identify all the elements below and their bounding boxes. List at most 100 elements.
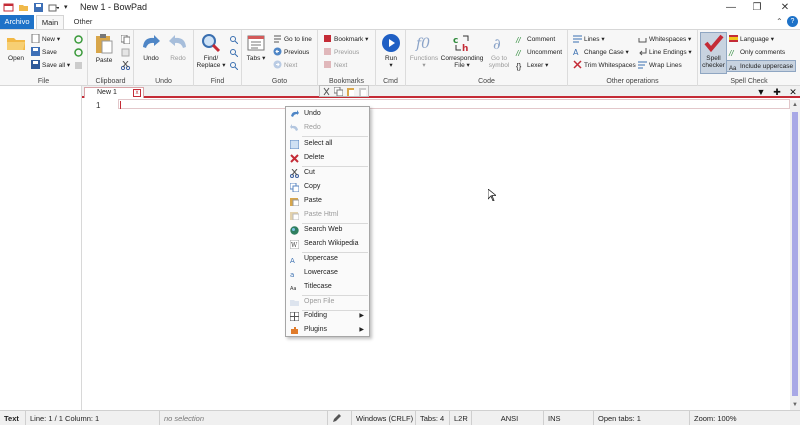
reload-all-icon[interactable]	[74, 48, 83, 57]
goto-symbol-button[interactable]: ∂ Go to symbol	[486, 33, 512, 69]
save-icon[interactable]	[33, 2, 44, 13]
tab-file[interactable]: Archivo	[0, 15, 34, 29]
find-replace-button[interactable]: Find/ Replace ▾	[196, 33, 226, 69]
close-button[interactable]: ✕	[772, 0, 798, 15]
reload-icon[interactable]	[74, 35, 83, 44]
go-to-line-button[interactable]: Go to line	[273, 34, 312, 46]
undo-button[interactable]: Undo	[138, 33, 164, 62]
run-button[interactable]: Run ▾	[379, 33, 403, 69]
menu-item-redo[interactable]: Redo	[287, 121, 369, 135]
mini-paste-html-icon[interactable]	[358, 87, 367, 96]
change-case-label: Change Case	[584, 49, 624, 56]
save-all-button[interactable]: Save all ▾	[31, 60, 70, 72]
status-direction[interactable]: L2R	[450, 411, 472, 425]
customize-quick-access-icon[interactable]: ▾	[64, 3, 68, 11]
comment-button[interactable]: // Comment	[516, 34, 555, 46]
menu-item-folding[interactable]: Folding ▶	[287, 309, 369, 323]
restore-button[interactable]: ❐	[744, 0, 770, 15]
tab-other[interactable]: Other	[68, 15, 98, 29]
wrap-lines-button[interactable]: Wrap Lines	[638, 60, 682, 72]
menu-item-select-all[interactable]: Select all	[287, 137, 369, 151]
menu-item-cut[interactable]: Cut	[287, 166, 369, 180]
open-folder-icon[interactable]	[18, 2, 29, 13]
scroll-up-arrow-icon[interactable]: ▲	[790, 100, 800, 110]
document-tab-bar: New 1 x ▼ ✚ ✕	[82, 86, 800, 98]
functions-button[interactable]: f0 Functions ▾	[409, 33, 439, 69]
lexer-button[interactable]: {} Lexer ▾	[516, 60, 548, 72]
change-case-button[interactable]: A Change Case ▾	[573, 47, 629, 59]
status-tabs[interactable]: Tabs: 4	[416, 411, 450, 425]
close-document-icon[interactable]: ✕	[786, 86, 800, 98]
quick-access-menu-icon[interactable]	[48, 2, 59, 13]
tabs-button[interactable]: Tabs ▾	[245, 33, 267, 62]
corresponding-file-button[interactable]: ch Corresponding File ▾	[440, 33, 484, 69]
tab-list-dropdown-icon[interactable]: ▼	[754, 86, 768, 98]
menu-item-copy[interactable]: Copy	[287, 180, 369, 194]
include-uppercase-button[interactable]: Aa Include uppercase	[726, 60, 797, 72]
editor-area[interactable]	[118, 100, 790, 410]
minimize-button[interactable]: —	[718, 0, 744, 15]
close-tab-icon[interactable]: x	[133, 89, 141, 97]
bookmark-next-button[interactable]: Next	[323, 60, 347, 72]
menu-item-undo[interactable]: Undo	[287, 107, 369, 121]
bookmark-previous-button[interactable]: Previous	[323, 47, 359, 59]
save-button[interactable]: Save	[31, 47, 57, 59]
group-cmd: Run ▾ Cmd	[376, 30, 406, 86]
tabs-list-icon	[247, 35, 265, 51]
paste-button[interactable]: Paste	[92, 33, 116, 64]
scroll-down-arrow-icon[interactable]: ▼	[790, 400, 800, 410]
find-next-icon[interactable]	[229, 35, 238, 44]
lines-button[interactable]: Lines ▾	[573, 34, 605, 46]
mini-cut-icon[interactable]	[322, 87, 331, 96]
menu-item-plugins[interactable]: Plugins ▶	[287, 323, 369, 337]
only-comments-icon: //	[729, 49, 734, 58]
mini-paste-icon[interactable]	[346, 87, 355, 96]
status-position[interactable]: Line: 1 / 1 Column: 1	[26, 411, 160, 425]
new-button[interactable]: New ▾	[31, 34, 60, 46]
collapse-ribbon-icon[interactable]: ⌃	[776, 17, 783, 26]
uncomment-button[interactable]: // Uncomment	[516, 47, 562, 59]
menu-item-paste-html[interactable]: Paste Html	[287, 208, 369, 222]
trim-whitespaces-button[interactable]: Trim Whitespaces	[573, 60, 636, 72]
find-selected-icon[interactable]	[229, 61, 238, 70]
menu-item-lowercase[interactable]: a Lowercase	[287, 266, 369, 280]
goto-previous-button[interactable]: Previous	[273, 47, 309, 59]
save-label: Save	[42, 49, 57, 56]
status-eol[interactable]: Windows (CRLF)	[352, 411, 416, 425]
new-tab-icon[interactable]: ✚	[770, 86, 784, 98]
status-mode[interactable]: Text	[0, 411, 26, 425]
status-edit-icon-cell[interactable]	[328, 411, 352, 425]
status-zoom[interactable]: Zoom: 100%	[690, 411, 800, 425]
copy-icon[interactable]	[121, 35, 130, 44]
cut-icon[interactable]	[121, 61, 130, 70]
redo-button[interactable]: Redo	[165, 33, 191, 62]
file-tree-pane[interactable]	[0, 86, 82, 410]
find-previous-icon[interactable]	[229, 48, 238, 57]
tab-main[interactable]: Main	[36, 15, 64, 29]
spell-checker-button[interactable]: Spell checker	[700, 32, 727, 74]
goto-next-button[interactable]: Next	[273, 60, 297, 72]
help-icon[interactable]: ?	[787, 16, 798, 27]
status-encoding[interactable]: ANSI	[472, 411, 544, 425]
only-comments-button[interactable]: // Only comments	[729, 47, 785, 59]
menu-item-delete[interactable]: Delete	[287, 151, 369, 165]
menu-item-titlecase[interactable]: Aa Titlecase	[287, 280, 369, 294]
status-ins[interactable]: INS	[544, 411, 594, 425]
mini-copy-icon[interactable]	[334, 87, 343, 96]
scrollbar-thumb[interactable]	[792, 112, 798, 396]
whitespaces-button[interactable]: Whitespaces ▾	[638, 34, 691, 46]
menu-item-uppercase[interactable]: A Uppercase	[287, 252, 369, 266]
menu-item-search-web[interactable]: Search Web	[287, 223, 369, 237]
menu-item-paste[interactable]: Paste	[287, 194, 369, 208]
copy-html-icon[interactable]	[121, 48, 130, 57]
vertical-scrollbar[interactable]: ▲ ▼	[790, 100, 800, 410]
close-file-icon[interactable]	[74, 61, 83, 70]
open-button[interactable]: Open	[3, 33, 29, 62]
menu-item-search-wikipedia[interactable]: W Search Wikipedia	[287, 237, 369, 251]
bookmark-button[interactable]: Bookmark ▾	[323, 34, 368, 46]
menu-item-open-file[interactable]: Open File	[287, 295, 369, 309]
document-tab[interactable]: New 1 x	[84, 87, 144, 98]
language-button[interactable]: Language ▾	[729, 34, 774, 46]
menu-label: Cut	[304, 169, 315, 176]
line-endings-button[interactable]: Line Endings ▾	[638, 47, 692, 59]
